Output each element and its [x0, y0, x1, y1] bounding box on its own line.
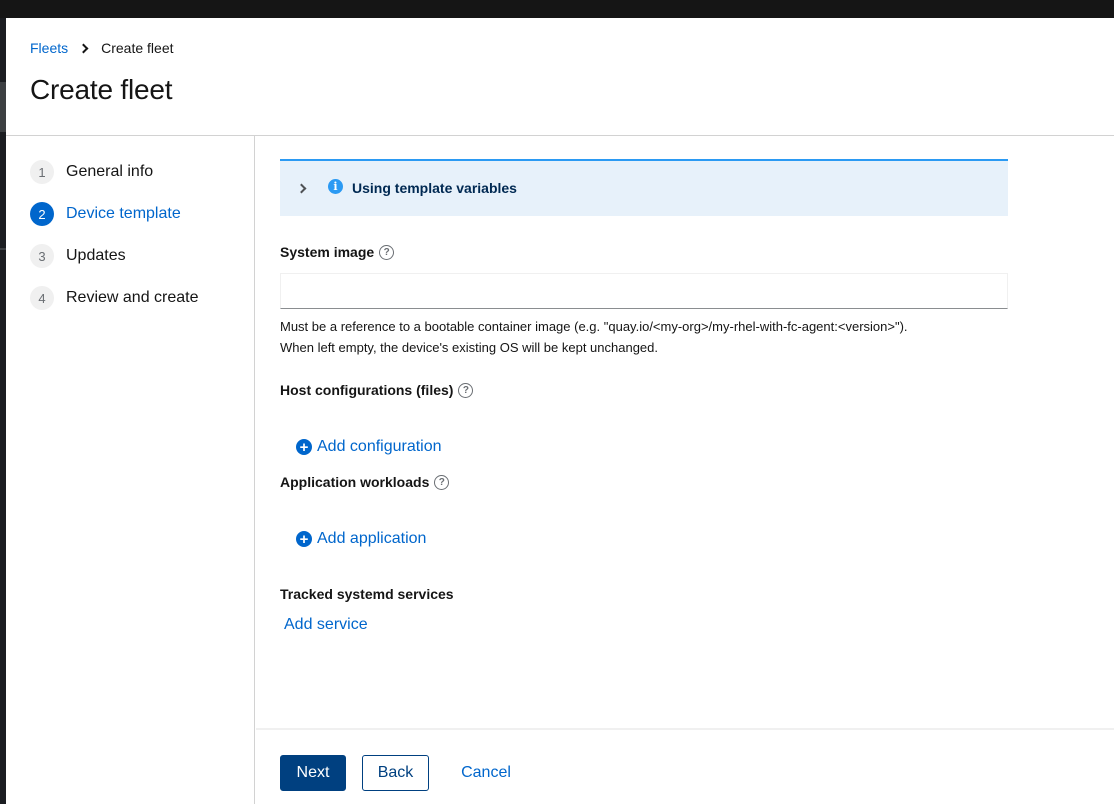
wizard-nav: 1 General info 2 Device template 3 Updat… — [6, 136, 255, 804]
add-configuration-label: Add configuration — [317, 438, 442, 455]
wizard-step-updates[interactable]: 3 Updates — [30, 244, 126, 268]
step-number: 4 — [30, 286, 54, 310]
wizard-step-general-info[interactable]: 1 General info — [30, 160, 153, 184]
add-application-button[interactable]: + Add application — [296, 530, 426, 548]
wizard-step-review-and-create[interactable]: 4 Review and create — [30, 286, 199, 310]
plus-circle-icon: + — [296, 531, 312, 547]
next-button[interactable]: Next — [280, 755, 346, 791]
tracked-services-label: Tracked systemd services — [280, 586, 454, 602]
add-configuration-button[interactable]: + Add configuration — [296, 438, 442, 456]
breadcrumb-current: Create fleet — [101, 40, 174, 56]
tracked-services-label-text: Tracked systemd services — [280, 586, 454, 602]
system-image-label-text: System image — [280, 244, 375, 260]
step-number: 3 — [30, 244, 54, 268]
info-icon: i — [328, 179, 343, 194]
help-icon[interactable]: ? — [434, 474, 450, 490]
wizard-step-device-template[interactable]: 2 Device template — [30, 202, 181, 226]
step-label: Review and create — [66, 289, 199, 306]
application-workloads-label-text: Application workloads — [280, 474, 430, 490]
breadcrumb-fleets-link[interactable]: Fleets — [30, 40, 68, 56]
page-container: Fleets Create fleet Create fleet 1 Gener… — [6, 18, 1114, 804]
alert-title: Using template variables — [352, 180, 517, 196]
step-label: General info — [66, 163, 154, 180]
back-button[interactable]: Back — [362, 755, 429, 791]
host-configurations-label-text: Host configurations (files) — [280, 382, 454, 398]
wizard-main-content: i Using template variables System image … — [256, 136, 1114, 730]
step-label: Device template — [66, 205, 181, 222]
system-image-helper-line: When left empty, the device's existing O… — [280, 340, 658, 355]
system-image-helper: Must be a reference to a bootable contai… — [280, 316, 908, 358]
system-image-input[interactable] — [280, 273, 1008, 309]
page-title: Create fleet — [30, 74, 173, 105]
top-bar — [0, 0, 1114, 18]
step-number: 1 — [30, 160, 54, 184]
breadcrumb: Fleets Create fleet — [30, 40, 174, 56]
host-configurations-label: Host configurations (files) ? — [280, 382, 474, 398]
chevron-right-icon — [78, 43, 89, 53]
add-service-button[interactable]: Add service — [284, 616, 368, 634]
system-image-label: System image ? — [280, 244, 395, 260]
add-application-label: Add application — [317, 530, 427, 547]
chevron-right-icon[interactable] — [296, 183, 307, 194]
application-workloads-label: Application workloads ? — [280, 474, 450, 490]
add-service-label: Add service — [284, 616, 368, 633]
step-label: Updates — [66, 247, 126, 264]
template-variables-alert[interactable]: i Using template variables — [280, 159, 1008, 216]
plus-circle-icon: + — [296, 439, 312, 455]
footer-divider — [256, 728, 1114, 730]
cancel-button[interactable]: Cancel — [446, 755, 526, 791]
step-number: 2 — [30, 202, 54, 226]
help-icon[interactable]: ? — [458, 382, 474, 398]
system-image-helper-line: Must be a reference to a bootable contai… — [280, 319, 908, 334]
help-icon[interactable]: ? — [379, 244, 395, 260]
